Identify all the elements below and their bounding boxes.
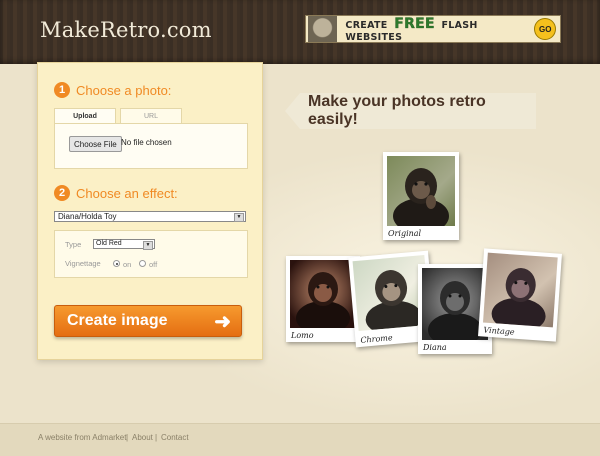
chevron-down-icon: ▼ [234, 213, 244, 222]
footer-source-link[interactable]: A website from Admarket [38, 433, 126, 442]
vignette-on-label: on [123, 260, 132, 269]
step-choose-effect: 2 Choose an effect: [54, 185, 178, 201]
type-label: Type [65, 240, 82, 249]
vignette-on-radio[interactable] [113, 260, 120, 267]
chimp-image [393, 168, 449, 226]
vignette-off-label: off [149, 260, 158, 269]
arrow-right-icon: ➜ [214, 310, 231, 333]
chevron-down-icon: ▼ [143, 241, 153, 250]
effect-options: Type Old Red ▼ Vignettage on off [54, 230, 248, 278]
create-image-label: Create image [67, 312, 168, 329]
site-footer: A website from Admarket | About | Contac… [0, 423, 600, 456]
choose-file-button[interactable]: Choose File [69, 136, 122, 152]
sample-caption: Lomo [291, 331, 314, 340]
tagline-notch [285, 93, 300, 129]
source-tabs: Upload URL [54, 108, 186, 123]
footer-separator: | [126, 433, 129, 442]
footer-about-link[interactable]: About [132, 433, 153, 442]
effect-select-value: Diana/Holda Toy [58, 212, 117, 221]
site-header: MakeRetro.com CREATE FREE FLASH WEBSITES… [0, 0, 600, 64]
step-choose-photo: 1 Choose a photo: [54, 82, 171, 98]
type-select-value: Old Red [96, 240, 122, 247]
create-image-button[interactable]: Create image ➜ [54, 305, 242, 337]
banner-text: CREATE FREE FLASH WEBSITES [345, 15, 478, 43]
tagline: Make your photos retro easily! [308, 93, 486, 128]
vignette-off-radio[interactable] [139, 260, 146, 267]
upload-box: Choose File No file chosen [54, 123, 248, 169]
chimp-image [296, 272, 350, 328]
chimp-photo [482, 252, 558, 328]
footer-separator: | [155, 433, 158, 442]
ad-banner[interactable]: CREATE FREE FLASH WEBSITES GO [305, 15, 561, 43]
site-logo[interactable]: MakeRetro.com [40, 18, 212, 42]
tab-url[interactable]: URL [120, 108, 182, 123]
chimp-photo [387, 156, 455, 226]
sample-caption: Chrome [360, 333, 393, 345]
type-select[interactable]: Old Red ▼ [93, 239, 155, 250]
step-number: 1 [54, 82, 70, 98]
footer-contact-link[interactable]: Contact [161, 433, 189, 442]
vignette-label: Vignettage [65, 259, 101, 268]
tab-upload[interactable]: Upload [54, 108, 116, 123]
sample-original: Original [383, 152, 459, 240]
file-status: No file chosen [121, 138, 172, 147]
step-number: 2 [54, 185, 70, 201]
tagline-banner: Make your photos retro easily! [300, 93, 536, 129]
sample-caption: Diana [423, 343, 447, 352]
sample-caption: Original [388, 229, 422, 238]
create-panel: 1 Choose a photo: Upload URL Choose File… [37, 62, 263, 360]
chimp-image [491, 268, 546, 328]
step-label: Choose a photo: [76, 82, 172, 98]
chimp-photo [290, 260, 356, 328]
banner-face-icon [308, 16, 338, 42]
banner-go-icon: GO [534, 18, 556, 40]
sample-caption: Vintage [483, 325, 515, 337]
sample-vintage: Vintage [478, 248, 562, 342]
step-label: Choose an effect: [76, 185, 178, 201]
effect-select[interactable]: Diana/Holda Toy ▼ [54, 211, 246, 222]
